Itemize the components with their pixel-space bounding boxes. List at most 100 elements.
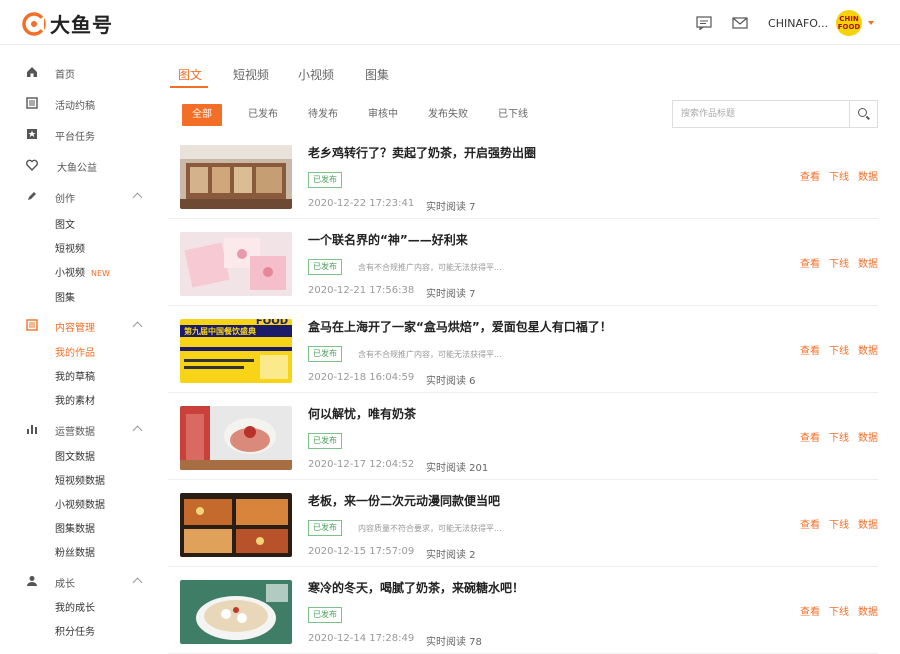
sidebar-sub-article[interactable]: 图文 (55, 216, 75, 231)
active-tab-underline (170, 86, 208, 88)
article-date: 2020-12-14 17:28:49 (308, 633, 415, 644)
search-box (672, 100, 878, 128)
home-icon (27, 67, 37, 77)
article-date: 2020-12-15 17:57:09 (308, 546, 415, 557)
status-badge: 已发布 (308, 172, 342, 188)
user-name[interactable]: CHINAFO... (768, 17, 828, 30)
article-title[interactable]: 一个联名界的“神”——好利来 (308, 231, 468, 248)
filter-reviewing[interactable]: 审核中 (368, 104, 398, 126)
article-title[interactable]: 老板，来一份二次元动漫同款便当吧 (308, 492, 500, 509)
article-actions: 查看 下线 数据 (791, 516, 878, 531)
filter-failed[interactable]: 发布失败 (428, 104, 468, 126)
sidebar-item-home[interactable]: 首页 (0, 63, 160, 83)
brand-logo[interactable]: 大鱼号 (22, 9, 113, 38)
sidebar-sub-drafts[interactable]: 我的草稿 (55, 368, 95, 383)
view-link[interactable]: 查看 (800, 346, 820, 357)
poster-title: 第九届中国餐饮盛典 (184, 327, 256, 336)
article-thumbnail[interactable] (180, 406, 292, 470)
article-note: 含有不合规推广内容，可能无法获得平... (358, 263, 502, 272)
sidebar-item-activity[interactable]: 活动约稿 (0, 94, 160, 114)
status-badge: 已发布 (308, 607, 342, 623)
tab-gallery[interactable]: 图集 (365, 66, 389, 83)
data-link[interactable]: 数据 (858, 433, 878, 444)
tab-mini-video[interactable]: 小视频 (298, 66, 334, 83)
article-thumbnail[interactable]: 第九届中国餐饮盛典 FOOD (180, 319, 292, 383)
article-title[interactable]: 盒马在上海开了一家“盒马烘焙”，爱面包星人有口福了！ (308, 318, 612, 335)
search-input[interactable] (673, 101, 851, 127)
star-badge-icon (27, 129, 37, 139)
article-row: 一个联名界的“神”——好利来 已发布 含有不合规推广内容，可能无法获得平... 202… (168, 219, 878, 306)
sidebar-item-content[interactable]: 内容管理 (0, 316, 160, 336)
message-icon[interactable] (696, 16, 712, 30)
article-thumbnail[interactable] (180, 580, 292, 644)
article-title[interactable]: 寒冷的冬天，喝腻了奶茶，来碗糖水吧！ (308, 579, 524, 596)
sidebar-item-label: 运营数据 (55, 427, 95, 438)
data-link[interactable]: 数据 (858, 607, 878, 618)
article-row: 老乡鸡转行了？卖起了奶茶，开启强势出圈 已发布 2020-12-22 17:23:4… (168, 132, 878, 219)
article-note: 内容质量不符合要求，可能无法获得平... (358, 524, 502, 533)
article-thumbnail[interactable] (180, 232, 292, 296)
heart-icon (26, 159, 38, 171)
sidebar-item-tasks[interactable]: 平台任务 (0, 125, 160, 145)
sidebar-sub-my-growth[interactable]: 我的成长 (55, 599, 95, 614)
filter-published[interactable]: 已发布 (248, 104, 278, 126)
article-row: 第九届中国餐饮盛典 FOOD 盒马在上海开了一家“盒马烘焙”，爱面包星人有口福了！ 已… (168, 306, 878, 393)
data-link[interactable]: 数据 (858, 520, 878, 531)
sidebar-item-label: 内容管理 (55, 323, 95, 334)
view-link[interactable]: 查看 (800, 607, 820, 618)
tab-article[interactable]: 图文 (178, 66, 202, 83)
sidebar-sub-article-data[interactable]: 图文数据 (55, 448, 95, 463)
data-link[interactable]: 数据 (858, 259, 878, 270)
article-row: 寒冷的冬天，喝腻了奶茶，来碗糖水吧！ 已发布 2020-12-14 17:28:49… (168, 567, 878, 654)
fish-logo-icon (22, 11, 46, 36)
article-note: 含有不合规推广内容，可能无法获得平... (358, 350, 502, 359)
sidebar-item-label: 平台任务 (55, 132, 95, 143)
sidebar-sub-my-works[interactable]: 我的作品 (55, 344, 95, 359)
article-thumbnail[interactable] (180, 493, 292, 557)
article-reads: 实时阅读 7 (426, 202, 476, 213)
article-row: 何以解忧，唯有奶茶 已发布 2020-12-17 12:04:52 实时阅读 201 查… (168, 393, 878, 480)
filter-scheduled[interactable]: 待发布 (308, 104, 338, 126)
sidebar-sub-points-tasks[interactable]: 积分任务 (55, 623, 95, 638)
offline-link[interactable]: 下线 (829, 172, 849, 183)
sidebar-item-label: 活动约稿 (55, 101, 95, 112)
sidebar-item-growth[interactable]: 成长 (0, 572, 160, 592)
view-link[interactable]: 查看 (800, 433, 820, 444)
offline-link[interactable]: 下线 (829, 520, 849, 531)
logo-text: 大鱼号 (50, 13, 113, 37)
avatar[interactable]: CHIN FOOD (836, 10, 862, 36)
sidebar-sub-gallery[interactable]: 图集 (55, 289, 75, 304)
data-link[interactable]: 数据 (858, 346, 878, 357)
sidebar-sub-mini-video-data[interactable]: 小视频数据 (55, 496, 105, 511)
sidebar-sub-short-video-data[interactable]: 短视频数据 (55, 472, 105, 487)
article-actions: 查看 下线 数据 (791, 342, 878, 357)
sidebar-sub-materials[interactable]: 我的素材 (55, 392, 95, 407)
view-link[interactable]: 查看 (800, 172, 820, 183)
status-badge: 已发布 (308, 259, 342, 275)
view-link[interactable]: 查看 (800, 520, 820, 531)
sidebar-sub-fans-data[interactable]: 粉丝数据 (55, 544, 95, 559)
tab-short-video[interactable]: 短视频 (233, 66, 269, 83)
data-link[interactable]: 数据 (858, 172, 878, 183)
article-thumbnail[interactable] (180, 145, 292, 209)
sidebar-sub-mini-video[interactable]: 小视频 NEW (55, 264, 110, 279)
article-title[interactable]: 何以解忧，唯有奶茶 (308, 405, 416, 422)
mail-icon[interactable] (732, 16, 748, 30)
offline-link[interactable]: 下线 (829, 607, 849, 618)
sidebar-item-data[interactable]: 运营数据 (0, 420, 160, 440)
offline-link[interactable]: 下线 (829, 346, 849, 357)
article-title[interactable]: 老乡鸡转行了？卖起了奶茶，开启强势出圈 (308, 144, 536, 161)
article-date: 2020-12-21 17:56:38 (308, 285, 415, 296)
filter-all[interactable]: 全部 (182, 104, 222, 126)
view-link[interactable]: 查看 (800, 259, 820, 270)
sidebar-sub-gallery-data[interactable]: 图集数据 (55, 520, 95, 535)
offline-link[interactable]: 下线 (829, 259, 849, 270)
chevron-down-icon[interactable] (868, 21, 874, 25)
sidebar-sub-short-video[interactable]: 短视频 (55, 240, 85, 255)
sidebar-item-create[interactable]: 创作 (0, 187, 160, 207)
article-reads: 实时阅读 6 (426, 376, 476, 387)
sidebar-item-charity[interactable]: 大鱼公益 (0, 156, 160, 176)
search-button[interactable] (849, 101, 877, 127)
filter-offline[interactable]: 已下线 (498, 104, 528, 126)
offline-link[interactable]: 下线 (829, 433, 849, 444)
